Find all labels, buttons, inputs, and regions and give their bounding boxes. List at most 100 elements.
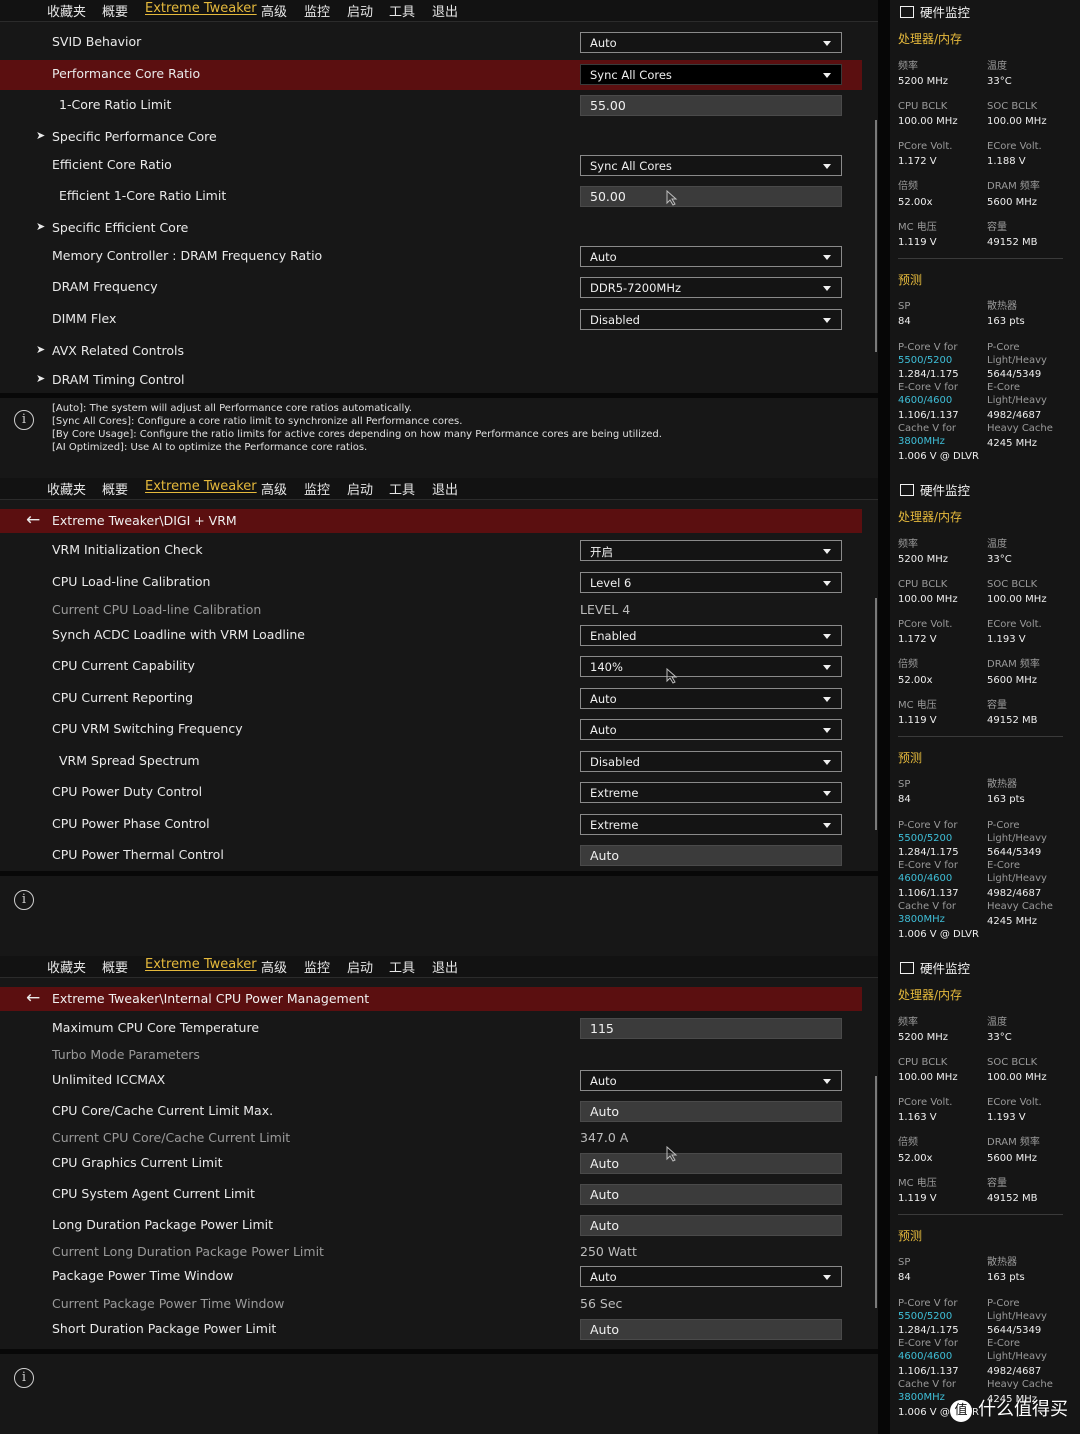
monitor-label: 散热器 — [987, 779, 1017, 790]
setting-cpu-current-capability[interactable]: CPU Current Capability 140% — [0, 652, 862, 682]
monitor-value: 1.172 V — [898, 634, 937, 645]
text-input[interactable]: 115 — [580, 1018, 842, 1039]
setting-cpu-current-reporting[interactable]: CPU Current Reporting Auto — [0, 684, 862, 714]
dropdown[interactable]: Enabled — [580, 625, 842, 646]
bios-panel-1: 收藏夹 概要 Extreme Tweaker 高级 监控 启动 工具 退出 SV… — [0, 0, 1080, 478]
setting-cpu-power-phase-control[interactable]: CPU Power Phase Control Extreme — [0, 810, 862, 840]
text-input[interactable]: 50.00 — [580, 186, 842, 207]
monitor-value: 5500/5200 — [898, 355, 953, 366]
setting-cpu-graphics-current-limit[interactable]: CPU Graphics Current Limit Auto — [0, 1149, 862, 1179]
scrollbar[interactable] — [875, 120, 877, 352]
menu-exit[interactable]: 退出 — [432, 479, 458, 498]
setting-svid-behavior[interactable]: SVID Behavior Auto — [0, 28, 862, 58]
setting-dram-frequency[interactable]: DRAM Frequency DDR5-7200MHz — [0, 273, 862, 303]
dropdown[interactable]: Level 6 — [580, 572, 842, 593]
menu-boot[interactable]: 启动 — [347, 1, 373, 20]
setting-label: CPU Current Reporting — [52, 690, 194, 705]
menu-tool[interactable]: 工具 — [389, 957, 415, 976]
submenu-specific-efficient-core[interactable]: ➤ Specific Efficient Core — [0, 214, 862, 244]
breadcrumb: ← Extreme Tweaker\Internal CPU Power Man… — [0, 987, 862, 1011]
setting-cpu-load-line-calibration[interactable]: CPU Load-line Calibration Level 6 — [0, 568, 862, 598]
dropdown[interactable]: Auto — [580, 719, 842, 740]
submenu-dram-timing-control[interactable]: ➤ DRAM Timing Control — [0, 366, 862, 396]
menu-monitor[interactable]: 监控 — [304, 479, 330, 498]
setting-1-core-ratio-limit[interactable]: 1-Core Ratio Limit 55.00 — [0, 91, 862, 121]
dropdown[interactable]: Disabled — [580, 309, 842, 330]
dropdown[interactable]: Sync All Cores — [580, 64, 842, 85]
menu-extreme-tweaker[interactable]: Extreme Tweaker — [145, 1, 257, 16]
setting-maximum-cpu-core-temperature[interactable]: Maximum CPU Core Temperature 115 — [0, 1014, 862, 1044]
menu-favorites[interactable]: 收藏夹 — [47, 1, 86, 20]
setting-vrm-spread-spectrum[interactable]: VRM Spread Spectrum Disabled — [0, 747, 862, 777]
menu-monitor[interactable]: 监控 — [304, 957, 330, 976]
menu-tool[interactable]: 工具 — [389, 479, 415, 498]
setting-efficient-1-core-ratio-limit[interactable]: Efficient 1-Core Ratio Limit 50.00 — [0, 182, 862, 212]
dropdown[interactable]: Auto — [580, 246, 842, 267]
monitor-label: DRAM 频率 — [987, 181, 1040, 192]
setting-short-duration-package-power-limit[interactable]: Short Duration Package Power Limit Auto — [0, 1315, 862, 1345]
menu-overview[interactable]: 概要 — [102, 957, 128, 976]
setting-dimm-flex[interactable]: DIMM Flex Disabled — [0, 305, 862, 335]
menu-boot[interactable]: 启动 — [347, 479, 373, 498]
dropdown[interactable]: 140% — [580, 656, 842, 677]
menu-advanced[interactable]: 高级 — [261, 957, 287, 976]
dropdown[interactable]: Extreme — [580, 782, 842, 803]
menu-exit[interactable]: 退出 — [432, 1, 458, 20]
setting-label: Short Duration Package Power Limit — [52, 1321, 277, 1336]
menu-boot[interactable]: 启动 — [347, 957, 373, 976]
setting-cpu-power-thermal-control[interactable]: CPU Power Thermal Control Auto — [0, 841, 862, 871]
setting-cpu-core-cache-current-limit-max[interactable]: CPU Core/Cache Current Limit Max. Auto — [0, 1097, 862, 1127]
text-input[interactable]: Auto — [580, 1101, 842, 1122]
text-input[interactable]: 55.00 — [580, 95, 842, 116]
monitor-value: 5600 MHz — [987, 197, 1038, 208]
setting-cpu-power-duty-control[interactable]: CPU Power Duty Control Extreme — [0, 778, 862, 808]
setting-cpu-vrm-switching-frequency[interactable]: CPU VRM Switching Frequency Auto — [0, 715, 862, 745]
setting-performance-core-ratio[interactable]: Performance Core Ratio Sync All Cores — [0, 60, 862, 90]
setting-long-duration-package-power-limit[interactable]: Long Duration Package Power Limit Auto — [0, 1211, 862, 1241]
dropdown[interactable]: 开启 — [580, 540, 842, 561]
setting-vrm-initialization-check[interactable]: VRM Initialization Check 开启 — [0, 536, 862, 566]
dropdown[interactable]: DDR5-7200MHz — [580, 277, 842, 298]
scrollbar[interactable] — [875, 1076, 877, 1308]
monitor-icon — [900, 962, 914, 974]
setting-unlimited-iccmax[interactable]: Unlimited ICCMAX Auto — [0, 1066, 862, 1096]
dropdown[interactable]: Auto — [580, 1266, 842, 1287]
setting-synch-acdc-loadline[interactable]: Synch ACDC Loadline with VRM Loadline En… — [0, 621, 862, 651]
monitor-label: Heavy Cache — [987, 901, 1053, 912]
text-input[interactable]: Auto — [580, 845, 842, 866]
dropdown[interactable]: Auto — [580, 1070, 842, 1091]
setting-package-power-time-window[interactable]: Package Power Time Window Auto — [0, 1262, 862, 1292]
dropdown[interactable]: Extreme — [580, 814, 842, 835]
menu-favorites[interactable]: 收藏夹 — [47, 479, 86, 498]
dropdown[interactable]: Disabled — [580, 751, 842, 772]
help-panel: i — [0, 1349, 878, 1434]
text-input[interactable]: Auto — [580, 1153, 842, 1174]
submenu-specific-performance-core[interactable]: ➤ Specific Performance Core — [0, 123, 862, 153]
menu-advanced[interactable]: 高级 — [261, 479, 287, 498]
setting-efficient-core-ratio[interactable]: Efficient Core Ratio Sync All Cores — [0, 151, 862, 181]
menu-tool[interactable]: 工具 — [389, 1, 415, 20]
scrollbar[interactable] — [875, 598, 877, 830]
menu-advanced[interactable]: 高级 — [261, 1, 287, 20]
text-input[interactable]: Auto — [580, 1319, 842, 1340]
monitor-value: 5644/5349 — [987, 369, 1042, 380]
menu-overview[interactable]: 概要 — [102, 479, 128, 498]
setting-memory-controller-ratio[interactable]: Memory Controller : DRAM Frequency Ratio… — [0, 242, 862, 272]
menu-exit[interactable]: 退出 — [432, 957, 458, 976]
back-arrow-icon[interactable]: ← — [26, 510, 40, 530]
dropdown[interactable]: Auto — [580, 32, 842, 53]
menu-favorites[interactable]: 收藏夹 — [47, 957, 86, 976]
menu-overview[interactable]: 概要 — [102, 1, 128, 20]
menu-extreme-tweaker[interactable]: Extreme Tweaker — [145, 479, 257, 494]
help-text: [Auto]: The system will adjust all Perfo… — [52, 402, 662, 454]
menu-extreme-tweaker[interactable]: Extreme Tweaker — [145, 957, 257, 972]
menu-monitor[interactable]: 监控 — [304, 1, 330, 20]
dropdown[interactable]: Sync All Cores — [580, 155, 842, 176]
text-input[interactable]: Auto — [580, 1184, 842, 1205]
dropdown[interactable]: Auto — [580, 688, 842, 709]
setting-label: Efficient Core Ratio — [52, 157, 172, 172]
submenu-avx-related-controls[interactable]: ➤ AVX Related Controls — [0, 337, 862, 367]
setting-cpu-system-agent-current-limit[interactable]: CPU System Agent Current Limit Auto — [0, 1180, 862, 1210]
text-input[interactable]: Auto — [580, 1215, 842, 1236]
back-arrow-icon[interactable]: ← — [26, 988, 40, 1008]
